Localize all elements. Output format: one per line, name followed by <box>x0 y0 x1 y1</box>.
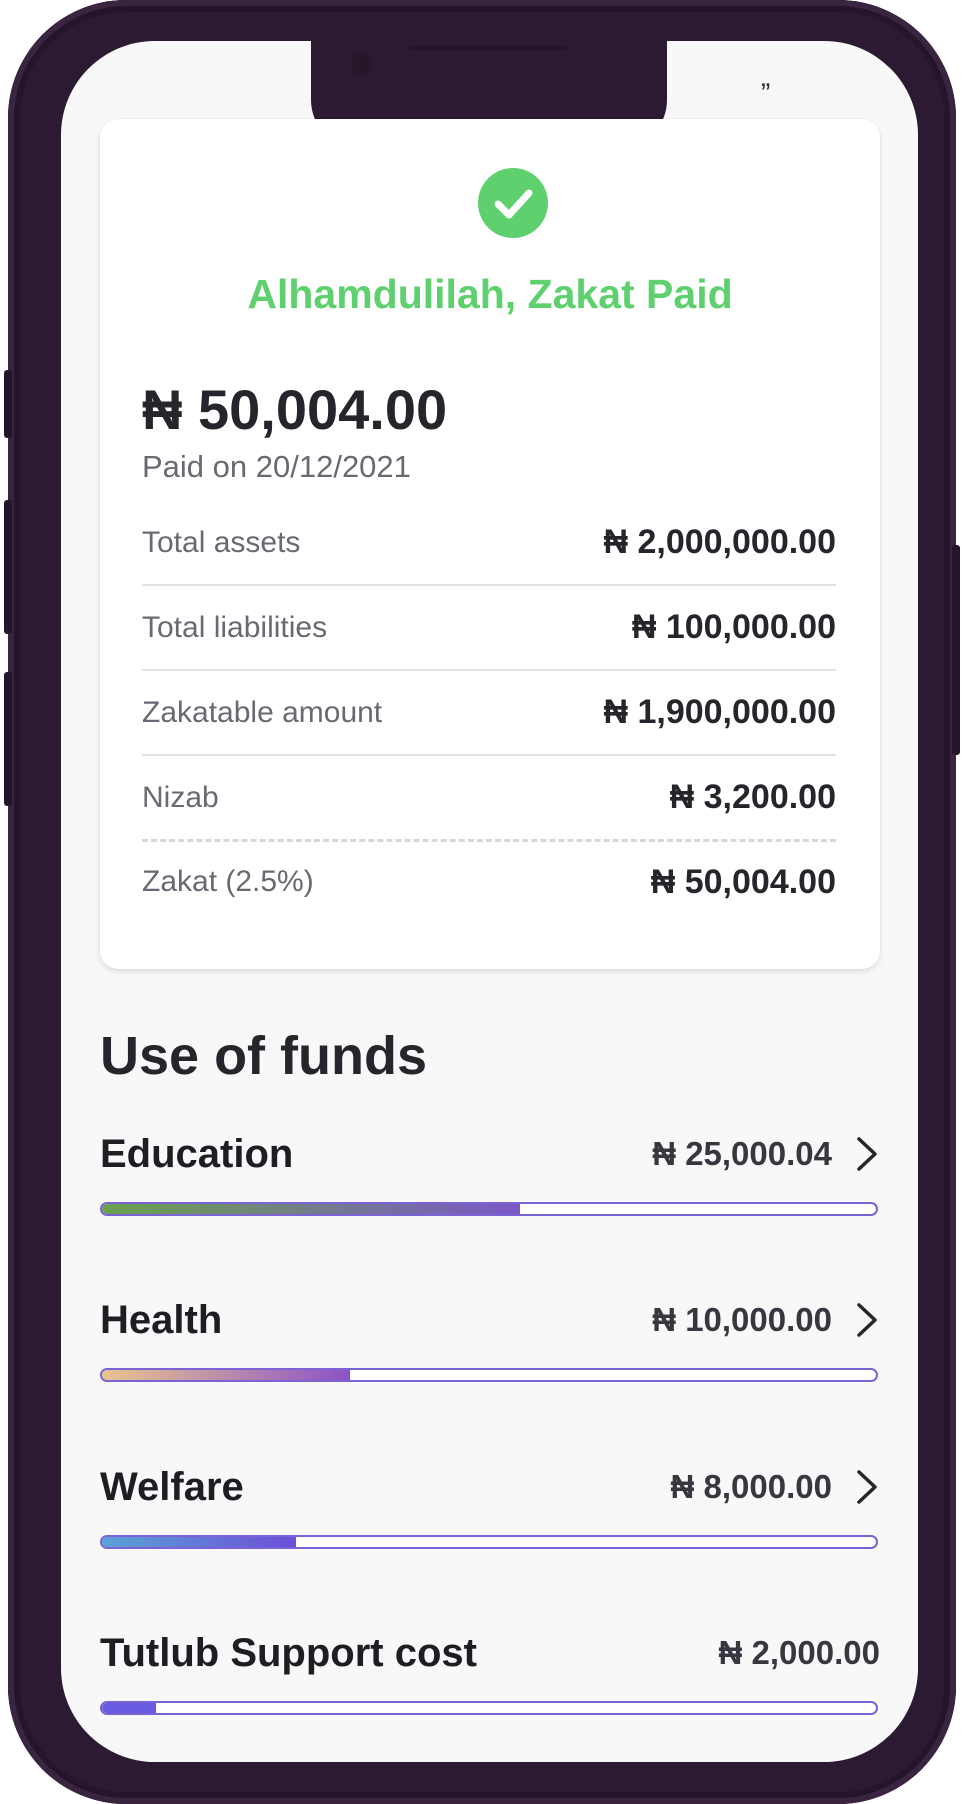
progress-track <box>100 1368 878 1382</box>
chevron-right-icon[interactable] <box>854 1135 880 1173</box>
row-value: ₦ 100,000.00 <box>631 608 836 646</box>
fund-right: ₦ 2,000.00 <box>719 1634 880 1672</box>
fund-item-welfare[interactable]: Welfare ₦ 8,000.00 <box>100 1459 880 1559</box>
row-label: Zakat (2.5%) <box>142 865 314 898</box>
row-value: ₦ 50,004.00 <box>650 862 836 901</box>
row-label: Nizab <box>142 780 219 814</box>
fund-name: Health <box>100 1297 223 1342</box>
progress-track <box>100 1202 878 1216</box>
status-title: Alhamdulilah, Zakat Paid <box>247 271 733 317</box>
section-title: Use of funds <box>100 1026 428 1086</box>
fund-item-education[interactable]: Education ₦ 25,000.04 <box>100 1126 880 1226</box>
volume-down-button <box>4 672 12 806</box>
breakdown-list: Total assets ₦ 2,000,000.00 Total liabil… <box>142 501 836 922</box>
breakdown-row-zakatable-amount: Zakatable amount ₦ 1,900,000.00 <box>142 671 836 756</box>
progress-fill <box>102 1537 296 1547</box>
fund-right: ₦ 25,000.04 <box>652 1135 880 1173</box>
fund-amount: ₦ 10,000.00 <box>652 1301 832 1338</box>
progress-fill <box>102 1370 350 1380</box>
progress-track <box>100 1535 878 1549</box>
total-zakat-amount: ₦ 50,004.00 <box>142 378 448 441</box>
fund-header: Tutlub Support cost ₦ 2,000.00 <box>100 1625 880 1681</box>
fund-header: Welfare ₦ 8,000.00 <box>100 1459 880 1515</box>
chevron-right-icon[interactable] <box>854 1301 880 1339</box>
row-label: Total liabilities <box>142 610 328 644</box>
screen: „ Alhamdulilah, Zakat Paid ₦ 50,004.00 P… <box>61 41 918 1762</box>
progress-fill <box>102 1703 157 1713</box>
phone-frame: „ Alhamdulilah, Zakat Paid ₦ 50,004.00 P… <box>4 0 960 1804</box>
check-circle-icon <box>478 168 548 238</box>
fund-item-tutlub-support-cost[interactable]: Tutlub Support cost ₦ 2,000.00 <box>100 1625 880 1725</box>
row-label: Zakatable amount <box>142 695 383 729</box>
camera <box>351 53 373 75</box>
speaker <box>408 45 568 51</box>
row-value: ₦ 1,900,000.00 <box>603 693 836 731</box>
zakat-summary-card: Alhamdulilah, Zakat Paid ₦ 50,004.00 Pai… <box>100 119 880 969</box>
mute-switch <box>4 370 12 438</box>
progress-track <box>100 1701 878 1715</box>
chevron-right-icon[interactable] <box>854 1468 880 1506</box>
fund-header: Education ₦ 25,000.04 <box>100 1126 880 1182</box>
fund-amount: ₦ 25,000.04 <box>652 1135 832 1172</box>
breakdown-row-total-assets: Total assets ₦ 2,000,000.00 <box>142 501 836 586</box>
fund-name: Education <box>100 1131 294 1176</box>
row-label: Total assets <box>142 525 301 559</box>
status-bar-glyph: „ <box>761 61 771 92</box>
progress-fill <box>102 1204 520 1214</box>
fund-name: Welfare <box>100 1464 244 1509</box>
row-value: ₦ 3,200.00 <box>669 778 836 816</box>
row-value: ₦ 2,000,000.00 <box>603 523 836 561</box>
fund-amount: ₦ 8,000.00 <box>670 1468 832 1505</box>
power-button <box>952 545 960 755</box>
fund-right: ₦ 8,000.00 <box>671 1468 880 1506</box>
fund-amount: ₦ 2,000.00 <box>718 1634 880 1671</box>
fund-name: Tutlub Support cost <box>100 1630 477 1675</box>
fund-header: Health ₦ 10,000.00 <box>100 1292 880 1348</box>
fund-item-health[interactable]: Health ₦ 10,000.00 <box>100 1292 880 1392</box>
breakdown-row-total-liabilities: Total liabilities ₦ 100,000.00 <box>142 586 836 671</box>
fund-right: ₦ 10,000.00 <box>652 1301 880 1339</box>
breakdown-row-zakat: Zakat (2.5%) ₦ 50,004.00 <box>142 842 836 922</box>
volume-up-button <box>4 500 12 634</box>
breakdown-row-nizab: Nizab ₦ 3,200.00 <box>142 756 836 842</box>
paid-date: Paid on 20/12/2021 <box>142 449 411 484</box>
